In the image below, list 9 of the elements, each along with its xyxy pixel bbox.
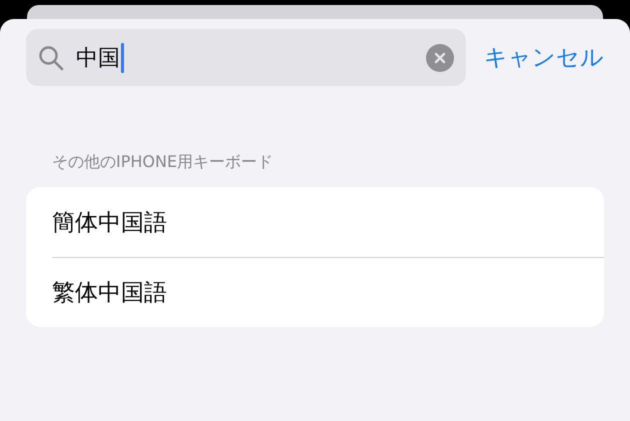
search-icon xyxy=(38,44,64,70)
close-icon xyxy=(434,52,446,64)
keyboard-item[interactable]: 繁体中国語 xyxy=(52,277,167,308)
section-header: その他のIPHONE用キーボード xyxy=(51,152,274,173)
cancel-button[interactable]: キャンセル xyxy=(484,42,604,73)
search-field[interactable]: 中国 xyxy=(26,29,466,86)
clear-button[interactable] xyxy=(426,44,454,72)
search-text: 中国 xyxy=(76,42,124,72)
keyboard-item[interactable]: 簡体中国語 xyxy=(52,206,167,238)
